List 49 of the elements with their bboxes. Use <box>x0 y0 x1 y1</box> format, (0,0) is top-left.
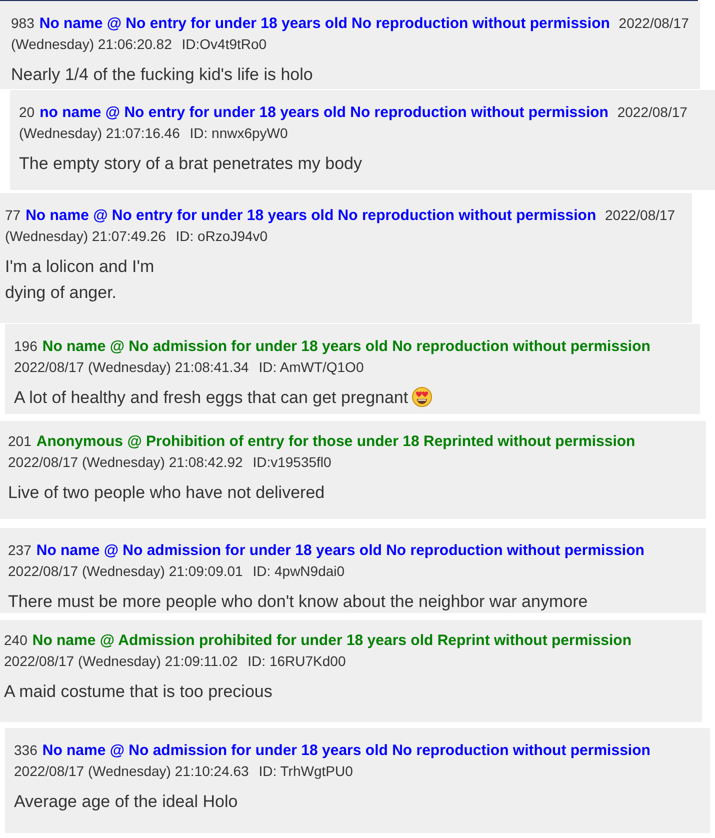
poster-name: No name @ No entry for under 18 years old No reproduction without permission <box>26 207 596 224</box>
post-number: 240 <box>4 632 28 648</box>
poster-name: No name @ Admission prohibited for under 18 years old Reprint without permission <box>32 632 632 649</box>
post-number: 336 <box>14 742 38 758</box>
post-time: (Wednesday) 21:08:41.34 <box>88 359 249 375</box>
post-time: (Wednesday) 21:06:20.82 <box>11 36 172 52</box>
post-text: Live of two people who have not delivered <box>8 482 325 504</box>
poster-name: No name @ No admission for under 18 years old No reproduction without permission <box>42 742 650 759</box>
post-text: The empty story of a brat penetrates my body <box>19 153 362 175</box>
post-number: 20 <box>19 104 35 120</box>
post-date: 2022/08/17 <box>8 563 78 579</box>
post-text: A maid costume that is too precious <box>4 681 272 703</box>
post-date: 2022/08/17 <box>8 454 78 470</box>
post-text: dying of anger. <box>5 282 117 304</box>
post-time: (Wednesday) 21:09:09.01 <box>82 563 243 579</box>
poster-id: ID:v19535fl0 <box>252 454 332 470</box>
poster-id: ID: nnwx6pyW0 <box>190 125 288 141</box>
post-number: 983 <box>11 15 34 31</box>
poster-name: no name @ No entry for under 18 years old No reproduction without permission <box>40 104 608 121</box>
poster-id: ID:Ov4t9tRo0 <box>182 36 267 52</box>
poster-id: ID: oRzoJ94v0 <box>176 228 268 244</box>
post-date: 2022/08/17 <box>4 653 74 669</box>
post-time: (Wednesday) 21:09:11.02 <box>78 653 238 669</box>
post-time: (Wednesday) 21:08:42.92 <box>82 454 243 470</box>
poster-id: ID: TrhWgtPU0 <box>258 763 353 779</box>
post-date: 2022/08/17 <box>14 359 84 375</box>
post-time: (Wednesday) 21:07:16.46 <box>19 125 180 141</box>
post-text: A lot of healthy and fresh eggs that can get pregnant <box>14 385 432 411</box>
post-time: (Wednesday) 21:10:24.63 <box>88 763 249 779</box>
poster-name: Anonymous @ Prohibition of entry for those under 18 Reprinted without permission <box>36 433 636 450</box>
post-text: There must be more people who don't know about the neighbor war anymore <box>8 591 588 613</box>
post-date: 2022/08/17 <box>14 763 84 779</box>
post-date: 2022/08/17 <box>617 104 688 120</box>
post-text: I'm a lolicon and I'm <box>5 256 154 278</box>
poster-name: No name @ No admission for under 18 years old No reproduction without permission <box>42 338 650 355</box>
post-date: 2022/08/17 <box>605 207 676 223</box>
post-number: 201 <box>8 433 32 449</box>
post-text: Average age of the ideal Holo <box>14 791 238 813</box>
poster-id: ID: 4pwN9dai0 <box>252 563 345 579</box>
post-time: (Wednesday) 21:07:49.26 <box>5 228 166 244</box>
post-text: Nearly 1/4 of the fucking kid's life is holo <box>11 64 313 86</box>
post-date: 2022/08/17 <box>618 15 689 31</box>
post-number: 237 <box>8 542 32 558</box>
post-number: 77 <box>5 207 21 223</box>
poster-name: No name @ No entry for under 18 years old No reproduction without permission <box>39 15 610 32</box>
poster-name: No name @ No admission for under 18 years old No reproduction without permission <box>36 542 644 559</box>
post-number: 196 <box>14 338 38 354</box>
poster-id: ID: 16RU7Kd00 <box>248 653 346 669</box>
poster-id: ID: AmWT/Q1O0 <box>258 359 364 375</box>
